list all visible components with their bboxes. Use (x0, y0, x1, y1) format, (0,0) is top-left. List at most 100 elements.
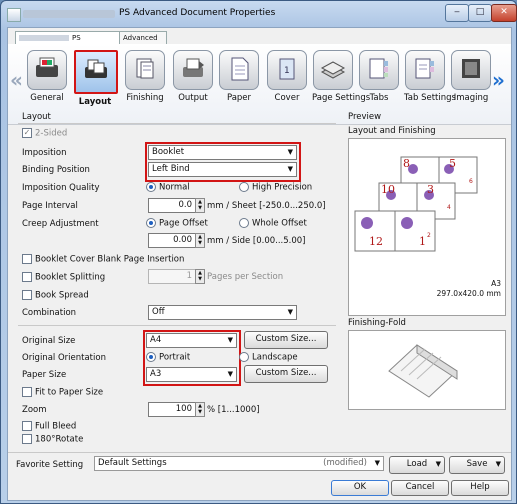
category-tabs[interactable]: Tabs (358, 50, 400, 103)
fit-to-paper-checkbox[interactable]: Fit to Paper Size (22, 387, 103, 398)
fold-preview-graphic (388, 344, 458, 398)
quality-high-label: High Precision (252, 182, 313, 193)
scroll-right-icon[interactable]: » (492, 68, 505, 92)
full-bleed-label: Full Bleed (35, 421, 77, 432)
paper-custom-size-button[interactable]: Custom Size... (244, 365, 328, 383)
imposition-value: Booklet (152, 147, 185, 157)
category-page-settings[interactable]: Page Settings (312, 50, 370, 103)
imposition-select[interactable]: Booklet ▼ (148, 145, 297, 160)
original-size-select[interactable]: A4 ▼ (146, 333, 237, 348)
printer-photo-icon (27, 50, 67, 90)
favorite-value: Default Settings (98, 458, 167, 468)
minimize-button[interactable]: ‒ (445, 4, 469, 22)
checkbox-box (22, 434, 32, 444)
preview-page-4: 4 (447, 204, 451, 211)
category-paper-label: Paper (226, 93, 252, 103)
category-finishing[interactable]: Finishing (124, 50, 166, 103)
category-paper[interactable]: Paper (218, 50, 260, 103)
two-sided-checkbox[interactable]: 2-Sided (22, 128, 67, 139)
pages-per-section-stepper[interactable]: ▲ ▼ (195, 269, 205, 284)
original-size-label: Original Size (22, 336, 76, 346)
book-spread-checkbox[interactable]: Book Spread (22, 290, 89, 301)
layout-section-title: Layout (22, 112, 51, 122)
category-finishing-label: Finishing (126, 93, 164, 103)
category-tabs-label: Tabs (369, 93, 389, 103)
paper-size-select[interactable]: A3 ▼ (146, 367, 237, 382)
original-custom-size-button[interactable]: Custom Size... (244, 331, 328, 349)
radio-dot (146, 182, 156, 192)
zoom-input[interactable]: 100 (148, 402, 196, 417)
cancel-button[interactable]: Cancel (391, 480, 449, 496)
orientation-landscape-radio[interactable]: Landscape (239, 352, 298, 363)
preview-page-3: 3 (427, 183, 434, 196)
page-interval-stepper[interactable]: ▲ ▼ (195, 198, 205, 213)
combination-label: Combination (22, 308, 77, 318)
quality-normal-label: Normal (159, 182, 190, 193)
tab-advanced[interactable]: Advanced (119, 31, 167, 44)
page-interval-input[interactable]: 0.0 (148, 198, 196, 213)
paper-size-label: Paper Size (22, 370, 67, 380)
preview-page-10: 10 (381, 183, 395, 196)
favorite-setting-bar: Favorite Setting Default Settings (modifi… (8, 452, 511, 474)
creep-page-offset-radio[interactable]: Page Offset (146, 218, 208, 229)
binding-position-label: Binding Position (22, 165, 90, 175)
chevron-down-icon: ▼ (287, 165, 293, 173)
radio-dot (239, 218, 249, 228)
title-bar[interactable]: PS Advanced Document Properties ‒ □ ✕ (1, 1, 517, 27)
tab-ps-label: PS (72, 34, 81, 42)
category-general-label: General (30, 93, 64, 103)
creep-whole-offset-radio[interactable]: Whole Offset (239, 218, 307, 229)
creep-unit: mm / Side [0.00...5.00] (207, 236, 306, 246)
close-button[interactable]: ✕ (491, 4, 517, 22)
creep-whole-offset-label: Whole Offset (252, 218, 307, 229)
favorite-select[interactable]: Default Settings (modified) ▼ (94, 456, 384, 471)
category-output[interactable]: Output (172, 50, 214, 103)
category-imaging[interactable]: Imaging (450, 50, 492, 103)
full-bleed-checkbox[interactable]: Full Bleed (22, 421, 76, 432)
chevron-down-icon: ▼ (435, 460, 441, 468)
booklet-cover-blank-checkbox[interactable]: Booklet Cover Blank Page Insertion (22, 254, 184, 265)
paper-icon (219, 50, 259, 90)
tab-printer-name (19, 35, 69, 41)
creep-value-input[interactable]: 0.00 (148, 233, 196, 248)
quality-normal-radio[interactable]: Normal (146, 182, 190, 193)
tab-ps[interactable]: PS (15, 31, 122, 44)
checkbox-box (22, 272, 32, 282)
binding-position-select[interactable]: Left Bind ▼ (148, 162, 297, 177)
svg-text:1: 1 (284, 66, 290, 76)
combination-select[interactable]: Off ▼ (148, 305, 297, 320)
chevron-down-icon: ▼ (374, 459, 380, 467)
imposition-label: Imposition (22, 148, 67, 158)
maximize-button[interactable]: □ (468, 4, 492, 22)
load-button[interactable]: Load ▼ (389, 456, 445, 474)
checkbox-box (22, 290, 32, 300)
layout-finishing-title: Layout and Finishing (348, 126, 436, 136)
preview-page-6: 6 (469, 178, 473, 185)
checkbox-box (22, 387, 32, 397)
category-layout-label: Layout (78, 97, 112, 107)
scroll-left-icon[interactable]: « (10, 68, 23, 92)
creep-value-stepper[interactable]: ▲ ▼ (195, 233, 205, 248)
save-button[interactable]: Save ▼ (449, 456, 505, 474)
category-general[interactable]: General (26, 50, 68, 103)
booklet-splitting-checkbox[interactable]: Booklet Splitting (22, 272, 105, 283)
orientation-portrait-radio[interactable]: Portrait (146, 352, 190, 363)
help-button[interactable]: Help (451, 480, 509, 496)
save-label: Save (466, 459, 488, 469)
category-tab-settings[interactable]: Tab Settings (404, 50, 456, 103)
rotate180-checkbox[interactable]: 180°Rotate (22, 434, 83, 445)
radio-dot (239, 182, 249, 192)
category-imaging-label: Imaging (453, 93, 489, 103)
imposition-quality-label: Imposition Quality (22, 183, 100, 193)
cover-icon: 1 (267, 50, 307, 90)
quality-high-radio[interactable]: High Precision (239, 182, 312, 193)
ok-button[interactable]: OK (331, 480, 389, 496)
page-interval-label: Page Interval (22, 201, 78, 211)
category-layout[interactable]: Layout (74, 50, 118, 107)
zoom-unit: % [1...1000] (207, 405, 260, 415)
booklet-cover-blank-label: Booklet Cover Blank Page Insertion (35, 254, 185, 265)
imaging-icon (451, 50, 491, 90)
pages-per-section-input[interactable]: 1 (148, 269, 196, 284)
category-cover[interactable]: 1 Cover (266, 50, 308, 103)
zoom-stepper[interactable]: ▲ ▼ (195, 402, 205, 417)
